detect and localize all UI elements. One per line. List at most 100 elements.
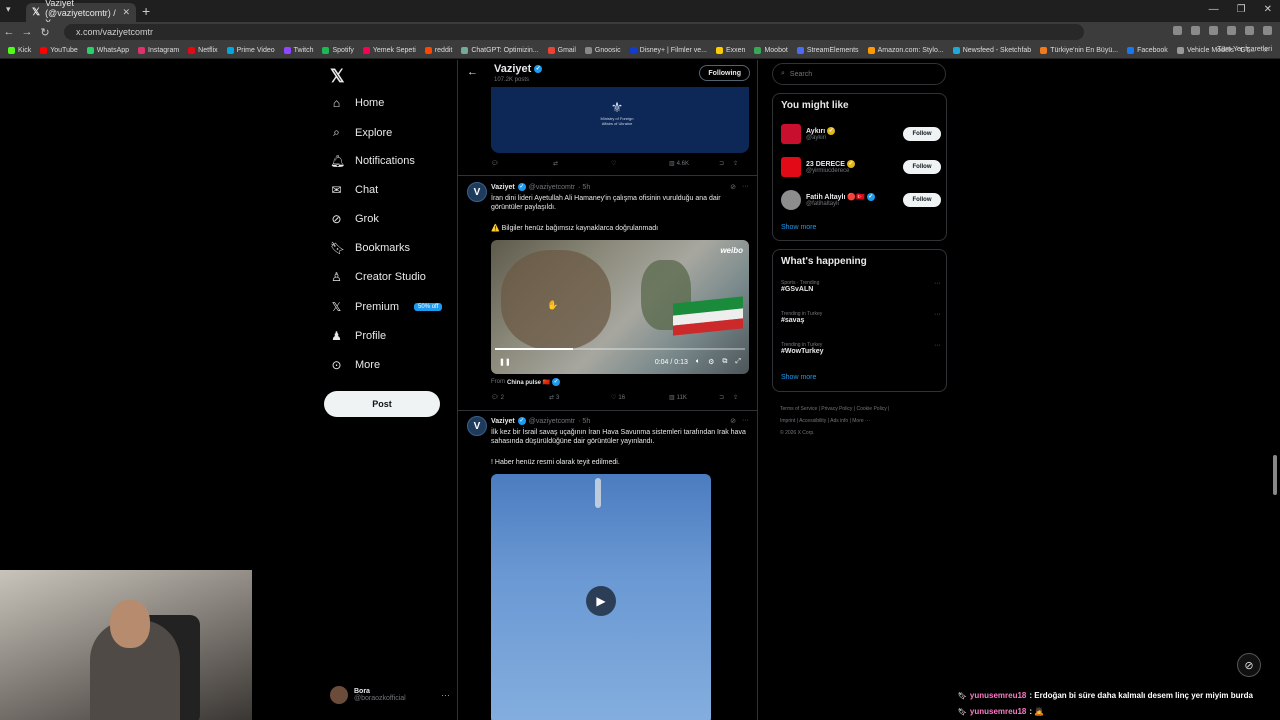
tweet-video[interactable]: ▶ [491,474,711,720]
extension-icon[interactable] [1227,26,1236,35]
nav-premium[interactable]: 𝕏 Premium 50% off [330,300,443,314]
views-stat[interactable]: ▥ 4.6K [669,160,719,168]
reload-icon[interactable]: ↻ [36,26,54,39]
grok-icon[interactable]: ⊘ [730,417,736,425]
nav-bookmarks[interactable]: 🔖︎ Bookmarks [330,241,410,255]
volume-icon[interactable]: 🔈︎ [696,358,700,366]
bookmark-item[interactable]: Moobot [754,46,788,54]
new-tab-button[interactable]: + [142,3,150,19]
repost-button[interactable]: ⇄ 3 [549,394,611,402]
settings-icon[interactable]: ⚙ [708,358,714,366]
all-bookmarks-button[interactable]: Tüm Yer İşaretleri [1217,46,1272,53]
bookmark-item[interactable]: Newsfeed - Sketchfab [952,46,1031,54]
back-arrow-icon[interactable]: ← [467,66,478,78]
trend-item[interactable]: Trending in Turkey #WowTurkey ··· [781,342,941,355]
account-switcher[interactable]: Bora @boraozkofficial ··· [330,686,450,704]
minimize-icon[interactable]: — [1209,4,1219,15]
bookmark-item[interactable]: Exxen [715,46,745,54]
tweet-video[interactable]: weibo ❚❚ 0:04 / 0:13 🔈︎ ⚙ ⧉ ⤢ [491,240,749,374]
follow-button[interactable]: Follow [903,127,941,141]
fullscreen-icon[interactable]: ⤢ [735,358,741,366]
bookmark-item[interactable]: Gmail [547,46,576,54]
bookmark-item[interactable]: YouTube [40,46,78,54]
bookmark-item[interactable]: Netflix [188,46,218,54]
bookmark-item[interactable]: Spotify [322,46,354,54]
like-button[interactable]: ♡ 16 [611,394,669,402]
bookmark-item[interactable]: WhatsApp [86,46,129,54]
bookmark-item[interactable]: Yemek Sepeti [362,46,416,54]
bookmark-item[interactable]: StreamElements [796,46,859,54]
bookmark-item[interactable]: Kick [8,46,31,54]
nav-chat[interactable]: ✉ Chat [330,183,378,197]
bookmark-item[interactable]: Facebook [1127,46,1168,54]
bookmark-item[interactable]: Prime Video [226,46,275,54]
views-stat[interactable]: ▥ 11K [669,394,719,402]
bookmark-item[interactable]: Türkiye'nin En Büyü... [1040,46,1118,54]
bookmark-icon[interactable]: ⊐ [719,394,733,401]
repost-icon[interactable]: ⇄ [553,160,611,167]
more-dots-icon[interactable]: ··· [934,342,941,349]
extension-icon[interactable] [1191,26,1200,35]
nav-explore[interactable]: ⌕ Explore [330,125,392,140]
bookmark-item[interactable]: reddit [424,46,452,54]
more-dots-icon[interactable]: ··· [441,690,450,700]
suggested-account[interactable]: Fatih Altaylı 🔴🇹🇷 ✓ @fatihaltayli Follow [781,190,941,210]
play-icon[interactable]: ▶ [586,586,616,616]
reply-button[interactable]: 💬︎ 2 [491,394,549,402]
bookmark-item[interactable]: Amazon.com: Stylo... [867,46,944,54]
tweet-image[interactable]: ⚜ Ministry of Foreign Affairs of Ukraine [491,87,749,153]
more-dots-icon[interactable]: ··· [742,417,749,425]
nav-creator-studio[interactable]: ♙ Creator Studio [330,270,426,284]
grok-floating-button[interactable]: ⊘ [1237,653,1261,677]
nav-home[interactable]: ⌂ Home [330,96,384,110]
more-dots-icon[interactable]: ··· [742,183,749,191]
x-logo-icon[interactable]: 𝕏 [330,66,345,87]
like-icon[interactable]: ♡ [611,160,669,167]
avatar[interactable]: V [467,416,487,436]
maximize-icon[interactable]: ❐ [1237,4,1246,15]
tab-search-icon[interactable]: ▾ [6,4,11,15]
scrollbar[interactable] [1273,455,1277,495]
url-input[interactable]: x.com/vaziyetcomtr [64,24,1084,40]
bookmark-icon[interactable]: ⊐ [719,160,733,167]
more-dots-icon[interactable]: ··· [934,280,941,287]
search-input[interactable]: ⌕ Search [772,63,946,85]
grok-icon[interactable]: ⊘ [730,183,736,191]
pause-icon[interactable]: ❚❚ [499,358,511,366]
close-tab-icon[interactable]: ✕ [122,7,130,18]
extension-icon[interactable] [1209,26,1218,35]
reply-icon[interactable]: 💬︎ [491,160,553,167]
follow-button[interactable]: Follow [903,160,941,174]
video-progress-bar[interactable] [495,348,745,350]
bookmark-item[interactable]: ChatGPT: Optimizin... [461,46,539,54]
nav-more[interactable]: ⊙ More [330,358,380,372]
pip-icon[interactable]: ⧉ [722,358,727,366]
extension-icon[interactable] [1263,26,1272,35]
trend-item[interactable]: Trending in Turkey #savaş ··· [781,311,941,324]
follow-button[interactable]: Follow [903,193,941,207]
forward-icon[interactable]: → [18,26,36,38]
browser-tab[interactable]: 𝕏 Vaziyet (@vaziyetcomtr) / X ✕ [26,0,136,28]
bookmark-item[interactable]: Disney+ | Filmler ve... [629,46,707,54]
suggested-account[interactable]: 23 DERECE ✓ @yirmiucderece Follow [781,157,941,177]
trend-item[interactable]: Sports · Trending #GSvALN ··· [781,280,941,293]
following-button[interactable]: Following [699,65,750,81]
show-more-link[interactable]: Show more [781,374,816,381]
share-icon[interactable]: ⇪ [733,394,738,401]
close-window-icon[interactable]: ✕ [1264,4,1272,15]
bookmark-item[interactable]: Twitch [283,46,313,54]
post-button[interactable]: Post [324,391,440,417]
back-icon[interactable]: ← [0,26,18,38]
show-more-link[interactable]: Show more [781,224,816,231]
nav-notifications[interactable]: 🔔︎ Notifications [330,154,415,168]
nav-profile[interactable]: ♟ Profile [330,329,386,343]
suggested-account[interactable]: Aykırı ✓ @aykiri Follow [781,124,941,144]
bookmark-item[interactable]: Gnoosic [584,46,621,54]
bookmark-item[interactable]: Instagram [138,46,179,54]
extension-icon[interactable] [1173,26,1182,35]
more-dots-icon[interactable]: ··· [934,311,941,318]
extension-icon[interactable] [1245,26,1254,35]
avatar[interactable]: V [467,182,487,202]
nav-grok[interactable]: ⊘ Grok [330,212,378,226]
share-icon[interactable]: ⇪ [733,160,738,167]
